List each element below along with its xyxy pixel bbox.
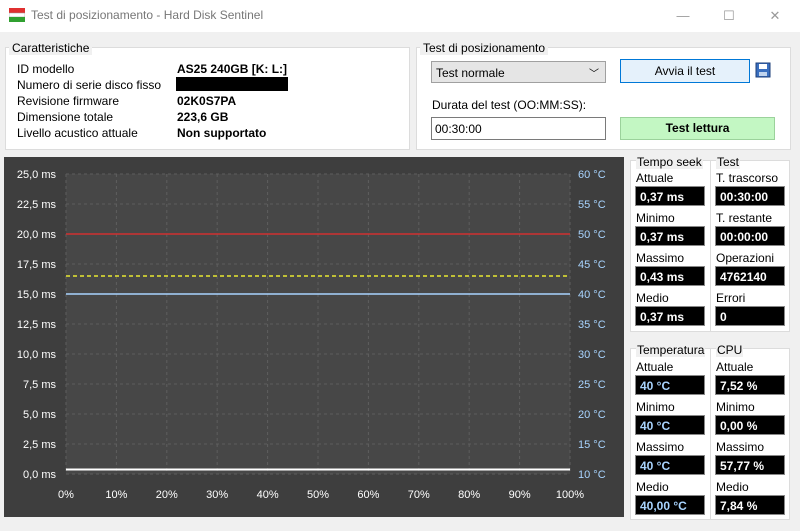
errors-value: 0 <box>715 306 785 326</box>
cpu-min-label: Minimo <box>716 400 755 414</box>
y-left-tick-label: 25,0 ms <box>17 169 57 181</box>
seek-max-label: Massimo <box>636 251 685 265</box>
cpu-max-value: 57,77 % <box>715 455 785 475</box>
temp-avg-label: Medio <box>636 480 669 494</box>
x-tick-label: 0% <box>58 489 74 501</box>
y-left-tick-label: 2,5 ms <box>23 439 57 451</box>
temp-current-value: 40 °C <box>635 375 705 395</box>
y-right-tick-label: 55 °C <box>578 199 606 211</box>
seek-title: Tempo seek <box>636 155 703 169</box>
window-title: Test di posizionamento - Hard Disk Senti… <box>31 8 264 22</box>
elapsed-value: 00:30:00 <box>715 186 785 206</box>
seek-min-label: Minimo <box>636 211 675 225</box>
cpu-max-label: Massimo <box>716 440 765 454</box>
y-right-tick-label: 50 °C <box>578 229 606 241</box>
y-right-tick-label: 35 °C <box>578 319 606 331</box>
seek-chart: 0% 10% 20% 30% 40% 50% 60% 70% 80% 90% 100% 0,0 ms 1… <box>4 157 624 517</box>
acoustic-label: Livello acustico attuale <box>17 126 138 140</box>
x-tick-label: 30% <box>206 489 228 501</box>
y-right-tick-label: 40 °C <box>578 289 606 301</box>
acoustic-value: Non supportato <box>177 126 267 140</box>
model-id-label: ID modello <box>17 62 75 76</box>
seek-min-value: 0,37 ms <box>635 226 705 246</box>
cpu-min-value: 0,00 % <box>715 415 785 435</box>
remaining-label: T. restante <box>716 211 773 225</box>
x-tick-label: 80% <box>458 489 480 501</box>
y-left-tick-label: 22,5 ms <box>17 199 57 211</box>
seek-avg-value: 0,37 ms <box>635 306 705 326</box>
duration-input[interactable]: 00:30:00 <box>431 117 606 140</box>
y-right-tick-label: 20 °C <box>578 409 606 421</box>
y-right-tick-label: 30 °C <box>578 349 606 361</box>
y-left-tick-label: 15,0 ms <box>17 289 57 301</box>
app-icon <box>9 8 25 22</box>
cpu-avg-label: Medio <box>716 480 749 494</box>
x-tick-label: 70% <box>408 489 430 501</box>
cpu-title: CPU <box>716 343 744 357</box>
temp-min-label: Minimo <box>636 400 675 414</box>
y-left-tick-label: 5,0 ms <box>23 409 57 421</box>
seek-avg-label: Medio <box>636 291 669 305</box>
seek-test-divider <box>710 160 711 332</box>
firmware-value: 02K0S7PA <box>177 94 237 108</box>
seek-max-value: 0,43 ms <box>635 266 705 286</box>
serial-label: Numero di serie disco fisso <box>17 78 162 92</box>
chevron-down-icon: ﹀ <box>589 69 599 80</box>
test-group-label: Test di posizionamento <box>420 41 549 55</box>
temperature-title: Temperatura <box>636 343 706 357</box>
y-left-tick-label: 0,0 ms <box>23 469 57 481</box>
x-tick-label: 20% <box>156 489 178 501</box>
x-tick-label: 50% <box>307 489 329 501</box>
start-test-button[interactable]: Avvia il test <box>620 59 750 83</box>
close-button[interactable]: ✕ <box>752 0 798 32</box>
temp-current-label: Attuale <box>636 360 674 374</box>
y-left-tick-label: 20,0 ms <box>17 229 57 241</box>
remaining-value: 00:00:00 <box>715 226 785 246</box>
serial-redacted <box>176 77 288 91</box>
cpu-current-value: 7,52 % <box>715 375 785 395</box>
y-left-tick-label: 12,5 ms <box>17 319 57 331</box>
x-tick-label: 40% <box>257 489 279 501</box>
temp-max-value: 40 °C <box>635 455 705 475</box>
errors-label: Errori <box>716 291 746 305</box>
x-tick-label: 100% <box>556 489 584 501</box>
y-right-tick-label: 10 °C <box>578 469 606 481</box>
elapsed-label: T. trascorso <box>716 171 779 185</box>
y-left-tick-label: 17,5 ms <box>17 259 57 271</box>
model-id-value: AS25 240GB [K: L:] <box>177 62 288 76</box>
characteristics-label: Caratteristiche <box>9 41 93 55</box>
temp-max-label: Massimo <box>636 440 685 454</box>
seek-current-label: Attuale <box>636 171 674 185</box>
y-right-tick-label: 45 °C <box>578 259 606 271</box>
firmware-label: Revisione firmware <box>17 94 120 108</box>
x-tick-label: 90% <box>509 489 531 501</box>
read-test-button[interactable]: Test lettura <box>620 117 775 140</box>
maximize-button[interactable]: ☐ <box>706 0 752 32</box>
duration-label: Durata del test (OO:MM:SS): <box>432 98 587 112</box>
save-icon[interactable] <box>755 62 771 78</box>
operations-value: 4762140 <box>715 266 785 286</box>
y-left-tick-label: 7,5 ms <box>23 379 57 391</box>
y-left-tick-label: 10,0 ms <box>17 349 57 361</box>
temp-cpu-divider <box>710 348 711 520</box>
x-tick-label: 60% <box>357 489 379 501</box>
operations-label: Operazioni <box>716 251 775 265</box>
temp-avg-value: 40,00 °C <box>635 495 705 515</box>
x-tick-label: 10% <box>105 489 127 501</box>
cpu-avg-value: 7,84 % <box>715 495 785 515</box>
test-mode-select[interactable]: Test normale ﹀ <box>431 61 606 83</box>
title-bar: Test di posizionamento - Hard Disk Senti… <box>0 0 800 32</box>
test-mode-value: Test normale <box>436 66 505 80</box>
seek-current-value: 0,37 ms <box>635 186 705 206</box>
temp-min-value: 40 °C <box>635 415 705 435</box>
cpu-current-label: Attuale <box>716 360 754 374</box>
y-right-tick-label: 25 °C <box>578 379 606 391</box>
total-size-value: 223,6 GB <box>177 110 229 124</box>
y-right-tick-label: 15 °C <box>578 439 606 451</box>
y-right-tick-label: 60 °C <box>578 169 606 181</box>
minimize-button[interactable]: — <box>660 0 706 32</box>
total-size-label: Dimensione totale <box>17 110 114 124</box>
test-stats-title: Test <box>716 155 741 169</box>
seek-chart-plot: 0% 10% 20% 30% 40% 50% 60% 70% 80% 90% 100% 0,0 ms 1… <box>17 169 606 501</box>
